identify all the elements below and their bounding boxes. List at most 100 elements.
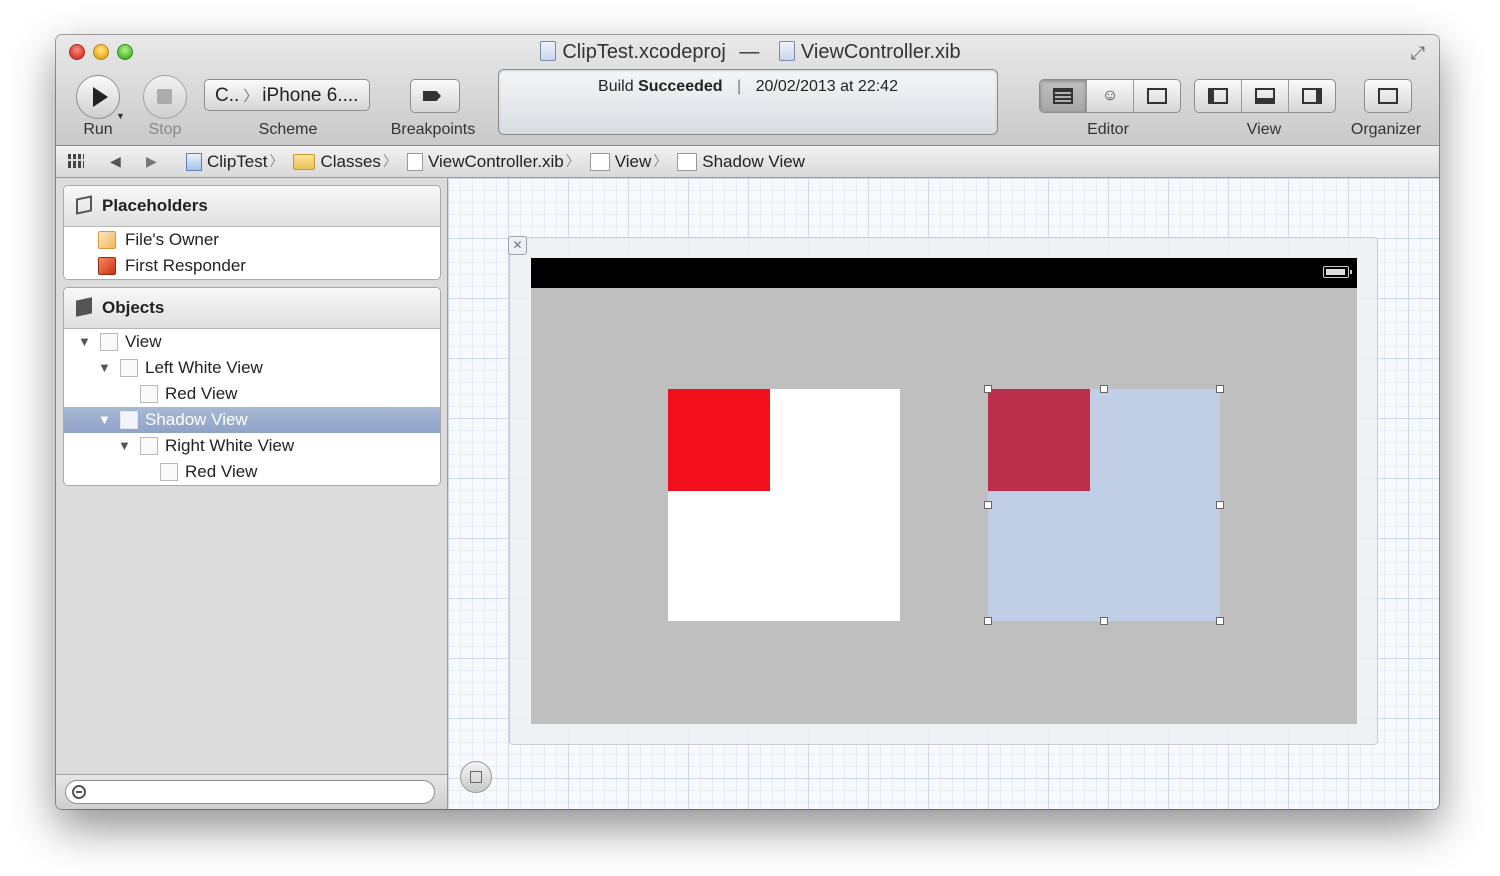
resize-handle-top[interactable] [1100,385,1108,393]
resize-handle-top-left[interactable] [984,385,992,393]
outline-item-label: First Responder [125,256,246,275]
crumb-project[interactable]: ClipTest 〉 [186,146,289,177]
build-timestamp: 20/02/2013 at 22:42 [755,78,898,95]
outline-item-left-white-view[interactable]: ▼ Left White View [64,355,440,381]
chevron-right-icon: 〉 [269,153,284,169]
resize-handle-top-right[interactable] [1216,385,1224,393]
view-icon [140,385,158,403]
shadow-view-selected[interactable] [984,385,1224,625]
disclosure-triangle-icon[interactable]: ▼ [98,355,111,381]
crumb-view[interactable]: View 〉 [589,146,674,177]
outline-item-files-owner[interactable]: File's Owner [64,227,440,253]
outline-item-view[interactable]: ▼ View [64,329,440,355]
left-pane-icon [1208,88,1228,104]
chevron-right-icon: 〉 [653,153,668,169]
back-arrow-icon[interactable]: ◀ [110,146,121,177]
view-icon [589,152,610,171]
resize-handle-bottom-right[interactable] [1216,617,1224,625]
debug-area-toggle-button[interactable] [1242,80,1289,112]
build-prefix: Build [598,78,634,95]
xib-file-icon [778,41,795,61]
navigator-toggle-button[interactable] [1195,80,1242,112]
placeholders-title: Placeholders [102,196,208,215]
left-white-view[interactable] [668,389,900,621]
first-responder-icon [98,257,116,275]
activity-divider: | [737,78,742,95]
folder-icon [293,153,316,170]
placeholders-header[interactable]: Placeholders [64,186,440,227]
editor-segmented-control: ☺ [1039,79,1181,113]
view-segmented-control [1194,79,1336,113]
outline-item-label: Red View [185,462,258,481]
breakpoints-label: Breakpoints [390,121,476,138]
outline-item-label: File's Owner [125,230,219,249]
disclosure-triangle-icon[interactable]: ▼ [118,433,131,459]
root-view[interactable] [531,258,1357,724]
outline-item-first-responder[interactable]: First Responder [64,253,440,279]
outline-item-right-white-view[interactable]: ▼ Right White View [64,433,440,459]
related-items-grid-icon[interactable] [68,154,84,168]
hide-document-outline-button[interactable] [460,761,492,793]
crumb-label: Classes [320,152,381,171]
view-label: View [1246,121,1282,138]
stop-label: Stop [148,121,182,138]
window-title: ClipTest.xcodeproj — ViewController.xib [56,41,1439,64]
activity-viewer: Build Succeeded | 20/02/2013 at 22:42 [498,69,998,135]
chevron-right-icon: 〉 [565,153,580,169]
outline-filter-input[interactable] [65,780,435,804]
scheme-popup[interactable]: C.. 〉 iPhone 6.... [204,79,370,111]
fullscreen-icon[interactable]: ⤢ [1411,43,1425,64]
close-icon[interactable]: ✕ [508,236,527,255]
run-button[interactable] [76,75,120,119]
view-icon [140,437,158,455]
battery-icon [1323,266,1352,278]
breakpoints-button[interactable] [410,79,460,113]
resize-handle-right[interactable] [1216,501,1224,509]
organizer-button[interactable] [1364,79,1412,113]
outline-item-shadow-view[interactable]: ▼ Shadow View [64,407,440,433]
view-icon [677,152,698,171]
forward-arrow-icon[interactable]: ▶ [146,146,157,177]
title-separator: — [739,41,760,63]
stop-button[interactable] [143,75,187,119]
objects-header[interactable]: Objects [64,288,440,329]
breadcrumb: ClipTest 〉 Classes 〉 ViewController.xib 〉 V… [186,146,809,177]
right-red-view[interactable] [988,389,1090,491]
left-red-view[interactable] [668,389,770,491]
outline-item-red-view-nested[interactable]: Red View [64,459,440,485]
resize-handle-left[interactable] [984,501,992,509]
assistant-editor-icon: ☺ [1101,87,1119,104]
outline-item-label: Red View [165,384,238,403]
project-icon [186,152,202,171]
right-pane-icon [1302,88,1322,104]
project-file-icon [540,41,557,61]
crumb-folder[interactable]: Classes 〉 [293,146,402,177]
outline-item-label: Left White View [145,358,263,377]
outline-item-label: Right White View [165,436,295,455]
resize-handle-bottom[interactable] [1100,617,1108,625]
outline-item-label: Shadow View [145,410,248,429]
version-editor-button[interactable] [1134,80,1180,112]
project-name: ClipTest.xcodeproj [562,41,726,63]
standard-editor-button[interactable] [1040,80,1087,112]
disclosure-triangle-icon[interactable]: ▼ [98,407,111,433]
crumb-shadow-view[interactable]: Shadow View [677,146,805,177]
disclosure-triangle-icon[interactable]: ▼ [78,329,91,355]
filter-icon [72,785,86,799]
outline-item-red-view[interactable]: Red View [64,381,440,407]
ib-canvas[interactable]: ✕ [448,178,1439,809]
version-editor-icon [1147,88,1167,104]
editor-label: Editor [1087,121,1129,138]
assistant-editor-button[interactable]: ☺ [1087,80,1134,112]
scheme-device: iPhone 6.... [262,85,359,106]
utilities-toggle-button[interactable] [1289,80,1335,112]
run-options-caret-icon[interactable]: ▼ [116,111,125,121]
run-label: Run [83,121,113,138]
crumb-file[interactable]: ViewController.xib 〉 [406,146,586,177]
crumb-label: View [614,152,652,171]
crumb-label: ClipTest [207,152,268,171]
resize-handle-bottom-left[interactable] [984,617,992,625]
files-owner-icon [98,231,116,249]
objects-title: Objects [102,298,165,317]
standard-editor-icon [1053,88,1073,104]
